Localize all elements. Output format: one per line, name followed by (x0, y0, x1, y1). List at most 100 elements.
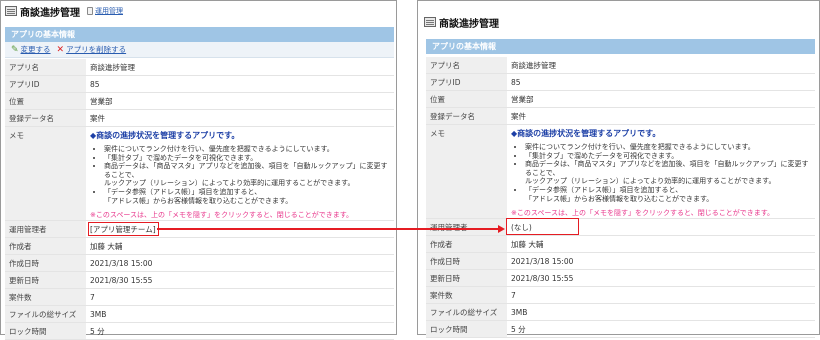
row-label: 位置 (5, 92, 86, 110)
memo-item: 案件についてランク付けを行い、優先度を把握できるようにしています。 (104, 145, 390, 154)
table-row: 作成者 加藤 大輔 (426, 235, 815, 254)
row-value: 商談進捗管理 (86, 59, 394, 76)
row-label: ファイルの総サイズ (5, 305, 86, 324)
row-label: 作成者 (426, 235, 507, 254)
memo-list: 案件についてランク付けを行い、優先度を把握できるようにしています。 「集計タブ」… (511, 143, 811, 203)
memo-item: 「集計タブ」で溜めたデータを可視化できます。 (525, 152, 811, 161)
memo-item: ルックアップ（リレーション）によってより効率的に運用することができます。 (104, 179, 355, 188)
memo-item: ルックアップ（リレーション）によってより効率的に運用することができます。 (525, 177, 776, 186)
row-value: 加藤 大輔 (507, 235, 815, 254)
row-label: アプリ名 (5, 59, 86, 76)
row-value: 加藤 大輔 (86, 237, 394, 256)
row-label: ロック時間 (5, 322, 86, 340)
memo-item: 「アドレス帳」からお客様情報を取り込むことができます。 (104, 196, 293, 205)
right-screenshot-panel: 商談進捗管理 アプリの基本情報 アプリ名 商談進捗管理 アプリID 85 位置 … (417, 0, 820, 339)
memo-item: 「集計タブ」で溜めたデータを可視化できます。 (104, 154, 390, 163)
table-row: 案件数 7 (426, 286, 815, 305)
memo-note: ※このスペースは、上の「メモを隠す」をクリックすると、閉じることができます。 (511, 209, 775, 218)
table-row: 更新日時 2021/8/30 15:55 (426, 269, 815, 288)
table-row: ファイルの総サイズ 3MB (5, 305, 394, 324)
admin-link[interactable]: 運用管理 (95, 6, 123, 16)
left-screenshot-panel: 商談進捗管理 運用管理 アプリの基本情報 ✎ 変更する ✕ アプリを削除する ア… (0, 0, 397, 340)
row-label: 登録データ名 (426, 107, 507, 125)
edit-button[interactable]: ✎ 変更する (11, 44, 51, 55)
table-row: 更新日時 2021/8/30 15:55 (5, 271, 394, 290)
table-row: ロック時間 5 分 (426, 320, 815, 339)
row-value: 2021/3/18 15:00 (507, 252, 815, 271)
memo-title: ◆商談の進捗状況を管理するアプリです。 (90, 131, 240, 140)
memo-note: ※このスペースは、上の「メモを隠す」をクリックすると、閉じることができます。 (90, 211, 354, 220)
memo-item: 「アドレス帳」からお客様情報を取り込むことができます。 (525, 194, 714, 203)
row-value: 7 (507, 286, 815, 305)
row-label: 作成日時 (5, 254, 86, 273)
row-value: 7 (86, 288, 394, 307)
row-value: 85 (507, 73, 815, 91)
table-row: アプリID 85 (426, 73, 815, 91)
memo-label: メモ (5, 126, 86, 222)
memo-row: メモ ◆商談の進捗状況を管理するアプリです。 案件についてランク付けを行い、優先… (426, 124, 815, 220)
page-title: 商談進捗管理 (439, 18, 499, 30)
section-header: アプリの基本情報 (5, 27, 394, 42)
info-table: アプリ名 商談進捗管理 アプリID 85 位置 営業部 登録データ名 案件 メモ… (5, 59, 394, 340)
row-label: 登録データ名 (5, 109, 86, 127)
table-row: 位置 営業部 (426, 90, 815, 108)
row-label: アプリ名 (426, 57, 507, 74)
app-icon (424, 17, 436, 27)
row-label: 更新日時 (426, 269, 507, 288)
row-value: 3MB (86, 305, 394, 324)
row-value: 案件 (86, 109, 394, 127)
delete-app-button[interactable]: ✕ アプリを削除する (57, 44, 127, 55)
pencil-icon: ✎ (11, 44, 19, 55)
row-label: 案件数 (426, 286, 507, 305)
row-label: 位置 (426, 90, 507, 108)
row-label: ロック時間 (426, 320, 507, 339)
row-value: 2021/8/30 15:55 (507, 269, 815, 288)
highlight-box (506, 218, 579, 235)
memo-list: 案件についてランク付けを行い、優先度を把握できるようにしています。 「集計タブ」… (90, 145, 390, 205)
row-label: 作成者 (5, 237, 86, 256)
row-value: 営業部 (86, 92, 394, 110)
table-row: ロック時間 5 分 (5, 322, 394, 340)
app-header: 商談進捗管理 (424, 15, 499, 30)
row-value: 営業部 (507, 90, 815, 108)
table-row: アプリ名 商談進捗管理 (426, 57, 815, 74)
page-title: 商談進捗管理 (20, 7, 80, 19)
table-row: アプリID 85 (5, 75, 394, 93)
memo-row: メモ ◆商談の進捗状況を管理するアプリです。 案件についてランク付けを行い、優先… (5, 126, 394, 222)
arrow-line (157, 228, 502, 230)
memo-item: 商品データは、「商品マスタ」アプリなどを追加後、項目を「自動ルックアップ」に変更… (525, 160, 811, 177)
row-label: 運用管理者 (5, 220, 86, 239)
table-row: 作成日時 2021/3/18 15:00 (426, 252, 815, 271)
row-label: 更新日時 (5, 271, 86, 290)
document-icon (87, 7, 93, 15)
memo-label: メモ (426, 124, 507, 220)
table-row: 案件数 7 (5, 288, 394, 307)
delete-x-icon: ✕ (56, 44, 65, 55)
memo-item: 「データ参照（アドレス帳）」項目を追加すると、 (104, 188, 390, 197)
row-value: 5 分 (86, 322, 394, 340)
row-value: 85 (86, 75, 394, 93)
row-label: アプリID (5, 75, 86, 93)
section-header: アプリの基本情報 (426, 39, 815, 54)
row-value: 5 分 (507, 320, 815, 339)
edit-label: 変更する (20, 45, 51, 54)
memo-title: ◆商談の進捗状況を管理するアプリです。 (511, 129, 661, 138)
table-row: 位置 営業部 (5, 92, 394, 110)
table-row: ファイルの総サイズ 3MB (426, 303, 815, 322)
table-row: 作成者 加藤 大輔 (5, 237, 394, 256)
memo-item: 商品データは、「商品マスタ」アプリなどを追加後、項目を「自動ルックアップ」に変更… (104, 162, 390, 179)
row-label: ファイルの総サイズ (426, 303, 507, 322)
memo-item: 案件についてランク付けを行い、優先度を把握できるようにしています。 (525, 143, 811, 152)
row-label: アプリID (426, 73, 507, 91)
row-value: 商談進捗管理 (507, 57, 815, 74)
info-table: アプリ名 商談進捗管理 アプリID 85 位置 営業部 登録データ名 案件 メモ… (426, 57, 815, 339)
row-value: 2021/3/18 15:00 (86, 254, 394, 273)
highlight-box (88, 222, 159, 236)
table-row: アプリ名 商談進捗管理 (5, 59, 394, 76)
table-row: 作成日時 2021/3/18 15:00 (5, 254, 394, 273)
row-label: 作成日時 (426, 252, 507, 271)
table-row: 登録データ名 案件 (5, 109, 394, 127)
row-value: 2021/8/30 15:55 (86, 271, 394, 290)
delete-label: アプリを削除する (66, 45, 127, 54)
memo-content: ◆商談の進捗状況を管理するアプリです。 案件についてランク付けを行い、優先度を把… (507, 124, 815, 220)
